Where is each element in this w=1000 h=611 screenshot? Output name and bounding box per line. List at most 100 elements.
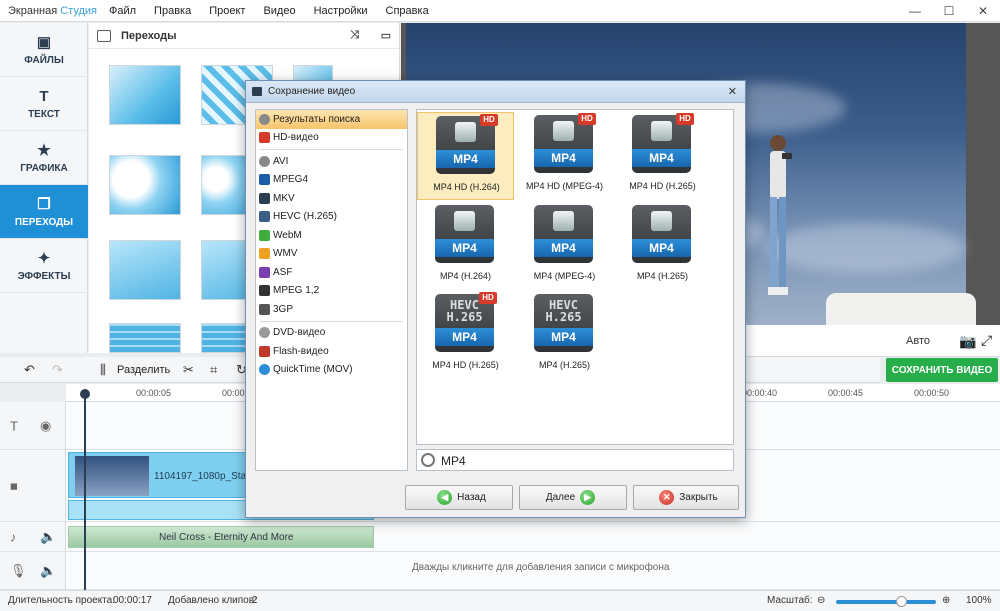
tick-label: 00:00:50: [914, 388, 950, 398]
split-button[interactable]: Разделить: [117, 364, 170, 376]
magic-wand-icon: ✦: [37, 250, 51, 267]
hevc-icon: HEVC H.265 MP4: [534, 294, 593, 352]
transition-thumb[interactable]: [109, 155, 181, 215]
nav-transitions[interactable]: ❐ ПЕРЕХОДЫ: [0, 185, 88, 239]
video-track-header: ■: [0, 450, 66, 522]
category-asf[interactable]: ASF: [256, 263, 407, 282]
playhead[interactable]: [84, 390, 86, 590]
format-mp4-hd-h265[interactable]: MP4 HD MP4 HD (H.265): [614, 112, 711, 200]
menu-settings[interactable]: Настройки: [305, 5, 377, 17]
format-label: MP4 (H.265): [538, 360, 591, 370]
mic-hint: Дважды кликните для добавления записи с …: [412, 562, 670, 573]
category-mpeg12[interactable]: MPEG 1,2: [256, 282, 407, 301]
duration-value: 00:00:17: [113, 595, 152, 606]
audio-clip[interactable]: Neil Cross - Eternity And More: [68, 526, 374, 548]
save-video-button[interactable]: СОХРАНИТЬ ВИДЕО: [886, 358, 998, 382]
hd-badge: HD: [578, 113, 596, 125]
format-mp4-hd-h264[interactable]: MP4 HD MP4 HD (H.264): [417, 112, 514, 200]
next-button[interactable]: Далее ▶: [519, 485, 627, 510]
format-label: MP4 (H.265): [636, 271, 689, 281]
hd-badge: HD: [480, 114, 498, 126]
app-title-main: Экранная: [8, 4, 61, 17]
text-icon: T: [39, 87, 49, 105]
hevc-icon: HEVC H.265 MP4 HD: [435, 292, 497, 352]
menu-help[interactable]: Справка: [377, 5, 438, 17]
split-icon[interactable]: ⫼: [100, 362, 106, 378]
undo-icon[interactable]: ↶: [24, 362, 35, 378]
format-badge: MP4: [435, 239, 494, 257]
menu-file[interactable]: Файл: [100, 5, 145, 17]
back-button[interactable]: ◀ Назад: [405, 485, 513, 510]
playhead-handle[interactable]: [80, 389, 90, 399]
format-label: MP4 HD (H.265): [629, 181, 696, 191]
eye-icon[interactable]: ◉: [40, 418, 51, 434]
category-hd-video[interactable]: HD-видео: [256, 129, 407, 148]
format-mp4-h265[interactable]: MP4 MP4 (H.265): [614, 202, 711, 290]
menu-video[interactable]: Видео: [254, 5, 304, 17]
maximize-icon[interactable]: ☐: [932, 0, 966, 22]
category-webm[interactable]: WebM: [256, 226, 407, 245]
video-clip-label: 1104197_1080p_Stand: [154, 471, 258, 482]
category-label: MPEG4: [273, 174, 309, 186]
nav-files[interactable]: ▣ ФАЙЛЫ: [0, 23, 88, 77]
category-label: DVD-видео: [273, 327, 326, 339]
next-button-label: Далее: [545, 492, 576, 503]
transition-thumb[interactable]: [109, 65, 181, 125]
category-3gp[interactable]: 3GP: [256, 300, 407, 319]
volume-icon[interactable]: 🔈: [40, 529, 56, 545]
nav-graphics-label: ГРАФИКА: [20, 163, 68, 174]
category-search-results[interactable]: Результаты поиска: [256, 110, 407, 129]
view-mode-icon[interactable]: ▭: [381, 29, 391, 42]
category-flash[interactable]: Flash-видео: [256, 342, 407, 361]
camera-icon[interactable]: 📷: [959, 333, 976, 350]
category-dvd[interactable]: DVD-видео: [256, 324, 407, 343]
close-button[interactable]: ✕ Закрыть: [633, 485, 739, 510]
category-quicktime[interactable]: QuickTime (MOV): [256, 361, 407, 380]
format-mp4-h264[interactable]: MP4 MP4 (H.264): [417, 202, 514, 290]
text-track-header: T ◉: [0, 402, 66, 450]
format-badge: MP4: [534, 328, 593, 346]
category-mkv[interactable]: MKV: [256, 189, 407, 208]
audio-track-header: ♪ 🔈: [0, 522, 66, 552]
nav-text[interactable]: T ТЕКСТ: [0, 77, 88, 131]
nav-graphics[interactable]: ★ ГРАФИКА: [0, 131, 88, 185]
category-hevc[interactable]: HEVC (H.265): [256, 208, 407, 227]
flash-icon: [259, 345, 270, 357]
category-label: Результаты поиска: [273, 113, 361, 125]
menu-edit[interactable]: Правка: [145, 5, 200, 17]
category-avi[interactable]: AVI: [256, 152, 407, 171]
format-hevc-mp4-h265[interactable]: HEVC H.265 MP4 MP4 (H.265): [516, 291, 613, 379]
dialog-close-icon[interactable]: ✕: [728, 85, 737, 98]
mkv-icon: [259, 192, 270, 204]
shuffle-icon[interactable]: ⤨: [350, 29, 359, 42]
format-mp4-hd-mpeg4[interactable]: MP4 HD MP4 HD (MPEG-4): [516, 112, 613, 200]
category-label: HEVC (H.265): [273, 211, 337, 223]
category-wmv[interactable]: WMV: [256, 245, 407, 264]
scissors-icon[interactable]: ✂: [183, 362, 194, 378]
category-mpeg4[interactable]: MPEG4: [256, 171, 407, 190]
nav-effects[interactable]: ✦ ЭФФЕКТЫ: [0, 239, 88, 293]
auto-label[interactable]: Авто: [906, 335, 930, 347]
transition-thumb[interactable]: [109, 323, 181, 353]
zoom-out-icon[interactable]: ⊖: [817, 595, 825, 606]
volume-icon[interactable]: 🔈: [40, 563, 56, 579]
zoom-slider[interactable]: [836, 600, 936, 604]
format-mp4-mpeg4[interactable]: MP4 MP4 (MPEG-4): [516, 202, 613, 290]
app-title: Экранная Студия: [0, 4, 97, 17]
webm-icon: [259, 229, 270, 241]
fullscreen-icon[interactable]: ⤢: [981, 332, 992, 349]
close-window-icon[interactable]: ✕: [966, 0, 1000, 22]
tick-label: 00:00:05: [136, 388, 172, 398]
hd-icon: [259, 132, 270, 144]
redo-icon[interactable]: ↷: [52, 362, 63, 378]
arrow-right-icon: ▶: [580, 490, 596, 505]
format-search-input[interactable]: MP4: [416, 449, 734, 471]
zoom-in-icon[interactable]: ⊕: [942, 595, 950, 606]
minimize-icon[interactable]: —: [898, 0, 932, 22]
format-label: MP4 (H.264): [439, 271, 492, 281]
menu-project[interactable]: Проект: [200, 5, 254, 17]
format-hevc-mp4-hd-h265[interactable]: HEVC H.265 MP4 HD MP4 HD (H.265): [417, 291, 514, 379]
zoom-slider-handle[interactable]: [896, 596, 907, 607]
crop-icon[interactable]: ⌗: [210, 362, 217, 378]
transition-thumb[interactable]: [109, 240, 181, 300]
